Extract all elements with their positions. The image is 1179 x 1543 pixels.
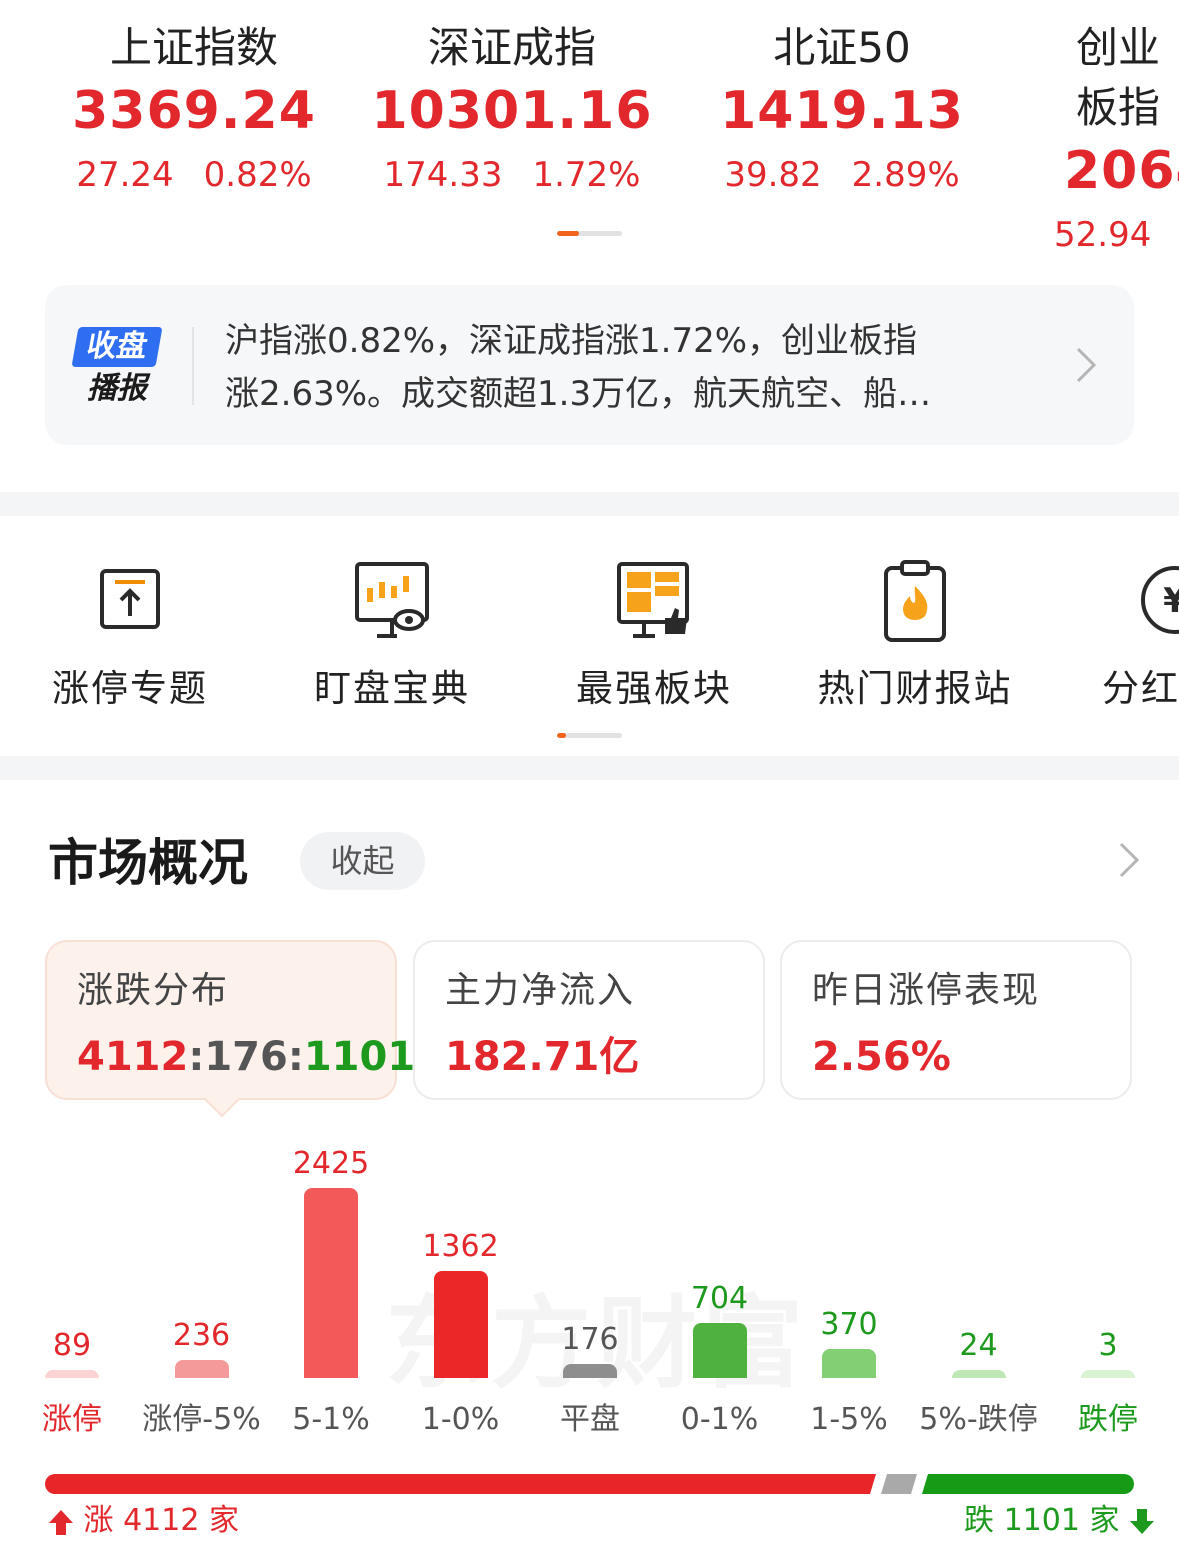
chevron-right-icon[interactable] [1070, 345, 1100, 385]
index-name: 北证50 [773, 23, 911, 72]
index-change: 27.24 [76, 155, 174, 195]
index-name: 创业板指 [1076, 23, 1161, 132]
index-change-pct: 0.82% [203, 155, 312, 195]
arrow-up-icon [49, 1510, 73, 1535]
tool-watch-guide[interactable]: 盯盘宝典 [272, 558, 512, 714]
category-label: 1-0% [421, 1402, 500, 1437]
bar [692, 1323, 747, 1378]
bar-value-label: 370 [820, 1307, 878, 1342]
tool-strongest-sectors[interactable]: 最强板块 [534, 558, 774, 714]
advance-decline-ratio-bar [45, 1474, 1134, 1494]
advance-decline-ratio: 4112:176:1101 [77, 1034, 416, 1080]
tool-label: 盯盘宝典 [314, 667, 470, 710]
bar-value-label: 89 [52, 1328, 92, 1363]
category-label: 5%-跌停 [919, 1402, 1038, 1437]
tool-label: 分红 [1102, 667, 1179, 710]
index-change-row: 52.94 [1000, 210, 1179, 250]
index-carousel[interactable]: 上证指数 3369.24 27.24 0.82% 深证成指 10301.16 17… [0, 0, 1179, 250]
clipboard-fire-icon [884, 560, 946, 642]
advancers-count: 涨 4112 家 [48, 1500, 239, 1542]
ratio-flat-segment [881, 1474, 917, 1494]
index-card-shanghai[interactable]: 上证指数 3369.24 27.24 0.82% [29, 18, 359, 200]
bar-value-label: 2425 [292, 1146, 370, 1181]
category-label: 跌停 [1078, 1402, 1138, 1437]
upload-box-icon [100, 569, 160, 629]
category-label: 涨停 [42, 1402, 102, 1437]
yen-circle-icon: ¥ [1141, 566, 1179, 634]
card-value: 2.56% [812, 1034, 951, 1080]
section-separator [0, 756, 1179, 780]
tools-page-indicator [557, 733, 622, 738]
bar [1081, 1370, 1135, 1378]
bar-value-label: 1362 [422, 1229, 499, 1264]
closing-broadcast-banner[interactable]: 收盘 播报 沪指涨0.82%，深证成指涨1.72%，创业板指 涨2.63%。成交… [45, 285, 1134, 445]
arrow-down-icon [1130, 1509, 1154, 1534]
bar [563, 1364, 617, 1378]
ratio-up-segment [45, 1474, 876, 1494]
card-advance-decline[interactable]: 涨跌分布 4112:176:1101 [45, 940, 415, 1118]
card-main-net-inflow[interactable]: 主力净流入 182.71亿 [413, 940, 765, 1100]
bar-value-label: 704 [690, 1281, 749, 1316]
tool-label: 涨停专题 [52, 667, 208, 710]
divider [192, 327, 194, 405]
index-price: 10301.16 [371, 81, 653, 141]
bar [45, 1370, 99, 1378]
index-price: 3369.24 [72, 81, 316, 141]
ratio-down-segment [922, 1474, 1134, 1494]
svg-text:¥: ¥ [1163, 581, 1179, 621]
bar [822, 1349, 876, 1378]
monitor-candlestick-icon [355, 562, 429, 638]
index-price: 1419.13 [720, 81, 964, 141]
index-change: 174.33 [383, 155, 503, 195]
index-change-row: 174.33 1.72% [347, 150, 677, 200]
decliners-count: 跌 1101 家 [964, 1500, 1155, 1542]
section-separator [0, 492, 1179, 516]
category-label: 5-1% [292, 1402, 370, 1437]
collapse-button[interactable]: 收起 [300, 832, 425, 890]
closing-broadcast-logo: 收盘 播报 [71, 327, 163, 407]
category-label: 0-1% [680, 1402, 759, 1437]
card-value: 182.71亿 [445, 1034, 640, 1080]
card-title: 主力净流入 [445, 970, 636, 1011]
bar [951, 1370, 1006, 1378]
bar-value-label: 3 [1098, 1328, 1118, 1363]
index-card-chinext[interactable]: 创业板指 2064 52.94 [1000, 18, 1179, 250]
index-change-pct: 2.89% [851, 155, 960, 195]
card-yesterday-limit-up[interactable]: 昨日涨停表现 2.56% [780, 940, 1132, 1100]
tools-carousel[interactable]: 涨停专题 盯盘宝典 最强板块 热门财报站 ¥ 分红 [0, 520, 1179, 755]
index-change: 39.82 [724, 155, 822, 195]
index-price: 2064 [1064, 141, 1179, 201]
index-change-row: 39.82 2.89% [677, 150, 1007, 200]
category-label: 平盘 [560, 1402, 620, 1437]
tool-dividend[interactable]: ¥ 分红 [1050, 558, 1179, 714]
category-label: 1-5% [810, 1402, 888, 1437]
chevron-right-icon[interactable] [1113, 838, 1143, 882]
index-name: 深证成指 [427, 23, 596, 72]
index-change: 52.94 [1054, 215, 1152, 250]
card-title: 涨跌分布 [77, 970, 230, 1011]
broadcast-summary: 沪指涨0.82%，深证成指涨1.72%，创业板指 涨2.63%。成交额超1.3万… [225, 321, 932, 414]
bar [174, 1360, 229, 1378]
tool-label: 热门财报站 [817, 667, 1013, 710]
bar-value-label: 24 [959, 1328, 998, 1363]
board-thumbs-up-icon [617, 562, 689, 638]
market-overview-title: 市场概况 [48, 834, 248, 892]
index-change-row: 27.24 0.82% [29, 150, 359, 200]
tool-label: 最强板块 [576, 667, 732, 710]
tool-hot-earnings[interactable]: 热门财报站 [795, 558, 1035, 714]
category-label: 涨停-5% [142, 1402, 261, 1437]
index-page-indicator [557, 231, 622, 236]
bar-value-label: 176 [561, 1322, 619, 1357]
card-title: 昨日涨停表现 [812, 970, 1041, 1011]
index-card-shenzhen[interactable]: 深证成指 10301.16 174.33 1.72% [347, 18, 677, 200]
index-change-pct: 1.72% [532, 155, 641, 195]
bar [433, 1271, 488, 1378]
index-name: 上证指数 [109, 23, 278, 72]
index-card-bse50[interactable]: 北证50 1419.13 39.82 2.89% [677, 18, 1007, 200]
bar [304, 1188, 358, 1378]
active-card-pointer [203, 1080, 241, 1118]
tool-limit-up-topic[interactable]: 涨停专题 [10, 558, 250, 714]
bar-value-label: 236 [172, 1318, 231, 1353]
